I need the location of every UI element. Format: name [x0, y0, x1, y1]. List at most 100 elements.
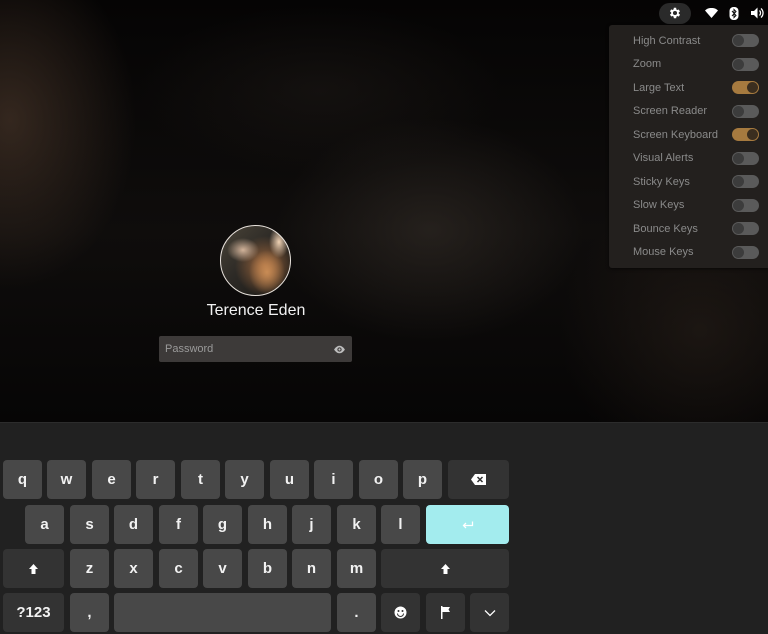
key-space[interactable]	[114, 593, 331, 632]
key-language[interactable]	[426, 593, 465, 632]
key-label: r	[152, 471, 159, 488]
key-label: n	[306, 560, 317, 577]
key-label: c	[174, 560, 183, 577]
key-t[interactable]: t	[181, 460, 220, 499]
a11y-item-screen-reader[interactable]: Screen Reader	[609, 100, 768, 123]
key-j[interactable]: j	[292, 505, 331, 544]
a11y-item-bounce-keys[interactable]: Bounce Keys	[609, 217, 768, 240]
a11y-label: Zoom	[633, 58, 662, 70]
password-field[interactable]	[159, 336, 352, 362]
a11y-item-visual-alerts[interactable]: Visual Alerts	[609, 147, 768, 170]
key-u[interactable]: u	[270, 460, 309, 499]
key-b[interactable]: b	[248, 549, 287, 588]
key-g[interactable]: g	[203, 505, 242, 544]
key-enter[interactable]	[426, 505, 509, 544]
key-symbols[interactable]: ?123	[3, 593, 64, 632]
toggle-knob	[733, 199, 744, 211]
key-p[interactable]: p	[403, 460, 442, 499]
a11y-item-screen-keyboard[interactable]: Screen Keyboard	[609, 123, 768, 146]
shift-icon	[440, 563, 450, 574]
key-label: g	[217, 516, 228, 533]
eye-icon[interactable]	[333, 343, 346, 356]
toggle-switch[interactable]	[732, 245, 759, 259]
key-label: u	[284, 471, 295, 488]
bluetooth-icon	[726, 5, 742, 21]
key-i[interactable]: i	[314, 460, 353, 499]
key-label: b	[262, 560, 273, 577]
key-s[interactable]: s	[70, 505, 109, 544]
accessibility-settings-button[interactable]	[659, 2, 691, 24]
key-label: l	[398, 516, 403, 533]
key-c[interactable]: c	[159, 549, 198, 588]
key-comma[interactable]: ,	[70, 593, 109, 632]
key-d[interactable]: d	[114, 505, 153, 544]
a11y-item-large-text[interactable]: Large Text	[609, 76, 768, 99]
key-x[interactable]: x	[114, 549, 153, 588]
toggle-switch[interactable]	[732, 81, 759, 94]
key-label: m	[349, 560, 364, 577]
emoji-icon	[394, 606, 407, 619]
toggle-switch[interactable]	[732, 175, 759, 188]
key-backspace[interactable]	[448, 460, 509, 499]
key-hide-keyboard[interactable]	[470, 593, 509, 632]
toggle-switch[interactable]	[732, 198, 759, 212]
key-l[interactable]: l	[381, 505, 420, 544]
key-h[interactable]: h	[248, 505, 287, 544]
toggle-switch[interactable]	[732, 34, 759, 47]
key-f[interactable]: f	[159, 505, 198, 544]
key-label: o	[373, 471, 384, 488]
key-a[interactable]: a	[25, 505, 64, 544]
toggle-switch[interactable]	[732, 128, 759, 141]
toggle-switch[interactable]	[732, 57, 759, 71]
key-label: h	[262, 516, 273, 533]
key-w[interactable]: w	[47, 460, 86, 499]
key-label: x	[129, 560, 138, 577]
key-o[interactable]: o	[359, 460, 398, 499]
a11y-item-high-contrast[interactable]: High Contrast	[609, 29, 768, 52]
a11y-label: Large Text	[633, 81, 685, 94]
key-y[interactable]: y	[225, 460, 264, 499]
toggle-knob	[733, 176, 744, 187]
a11y-label: Bounce Keys	[633, 222, 698, 235]
a11y-item-mouse-keys[interactable]: Mouse Keys	[609, 241, 768, 264]
toggle-knob	[733, 246, 744, 258]
enter-icon	[462, 521, 473, 528]
user-name: Terence Eden	[206, 302, 306, 319]
user-avatar[interactable]	[220, 225, 291, 296]
a11y-item-slow-keys[interactable]: Slow Keys	[609, 194, 768, 217]
a11y-item-sticky-keys[interactable]: Sticky Keys	[609, 170, 768, 193]
key-emoji[interactable]	[381, 593, 420, 632]
password-input[interactable]	[159, 343, 324, 355]
key-label: a	[40, 516, 49, 533]
wifi-icon	[703, 5, 719, 21]
key-label: w	[60, 471, 73, 488]
a11y-label: Mouse Keys	[633, 246, 694, 258]
key-q[interactable]: q	[3, 460, 42, 499]
key-label: f	[176, 516, 181, 533]
a11y-label: Slow Keys	[633, 199, 685, 211]
key-k[interactable]: k	[337, 505, 376, 544]
a11y-item-zoom[interactable]: Zoom	[609, 53, 768, 76]
toggle-knob	[733, 35, 744, 46]
key-label: ?123	[16, 604, 51, 621]
key-r[interactable]: r	[136, 460, 175, 499]
key-v[interactable]: v	[203, 549, 242, 588]
flag-icon	[441, 606, 450, 619]
key-label: i	[331, 471, 336, 488]
key-shift-left[interactable]	[3, 549, 64, 588]
on-screen-keyboard: q w e r t y u i o p a s d f g h j k l z …	[0, 422, 768, 634]
a11y-label: Visual Alerts	[633, 152, 694, 164]
toggle-switch[interactable]	[732, 151, 759, 165]
key-z[interactable]: z	[70, 549, 109, 588]
toggle-switch[interactable]	[732, 222, 759, 235]
gear-icon	[669, 7, 681, 19]
key-e[interactable]: e	[92, 460, 131, 499]
toggle-knob	[733, 58, 744, 70]
a11y-label: Screen Keyboard	[633, 128, 718, 141]
key-period[interactable]: .	[337, 593, 376, 632]
key-label: j	[309, 516, 314, 533]
key-m[interactable]: m	[337, 549, 376, 588]
key-shift-right[interactable]	[381, 549, 509, 588]
key-n[interactable]: n	[292, 549, 331, 588]
toggle-switch[interactable]	[732, 104, 759, 118]
